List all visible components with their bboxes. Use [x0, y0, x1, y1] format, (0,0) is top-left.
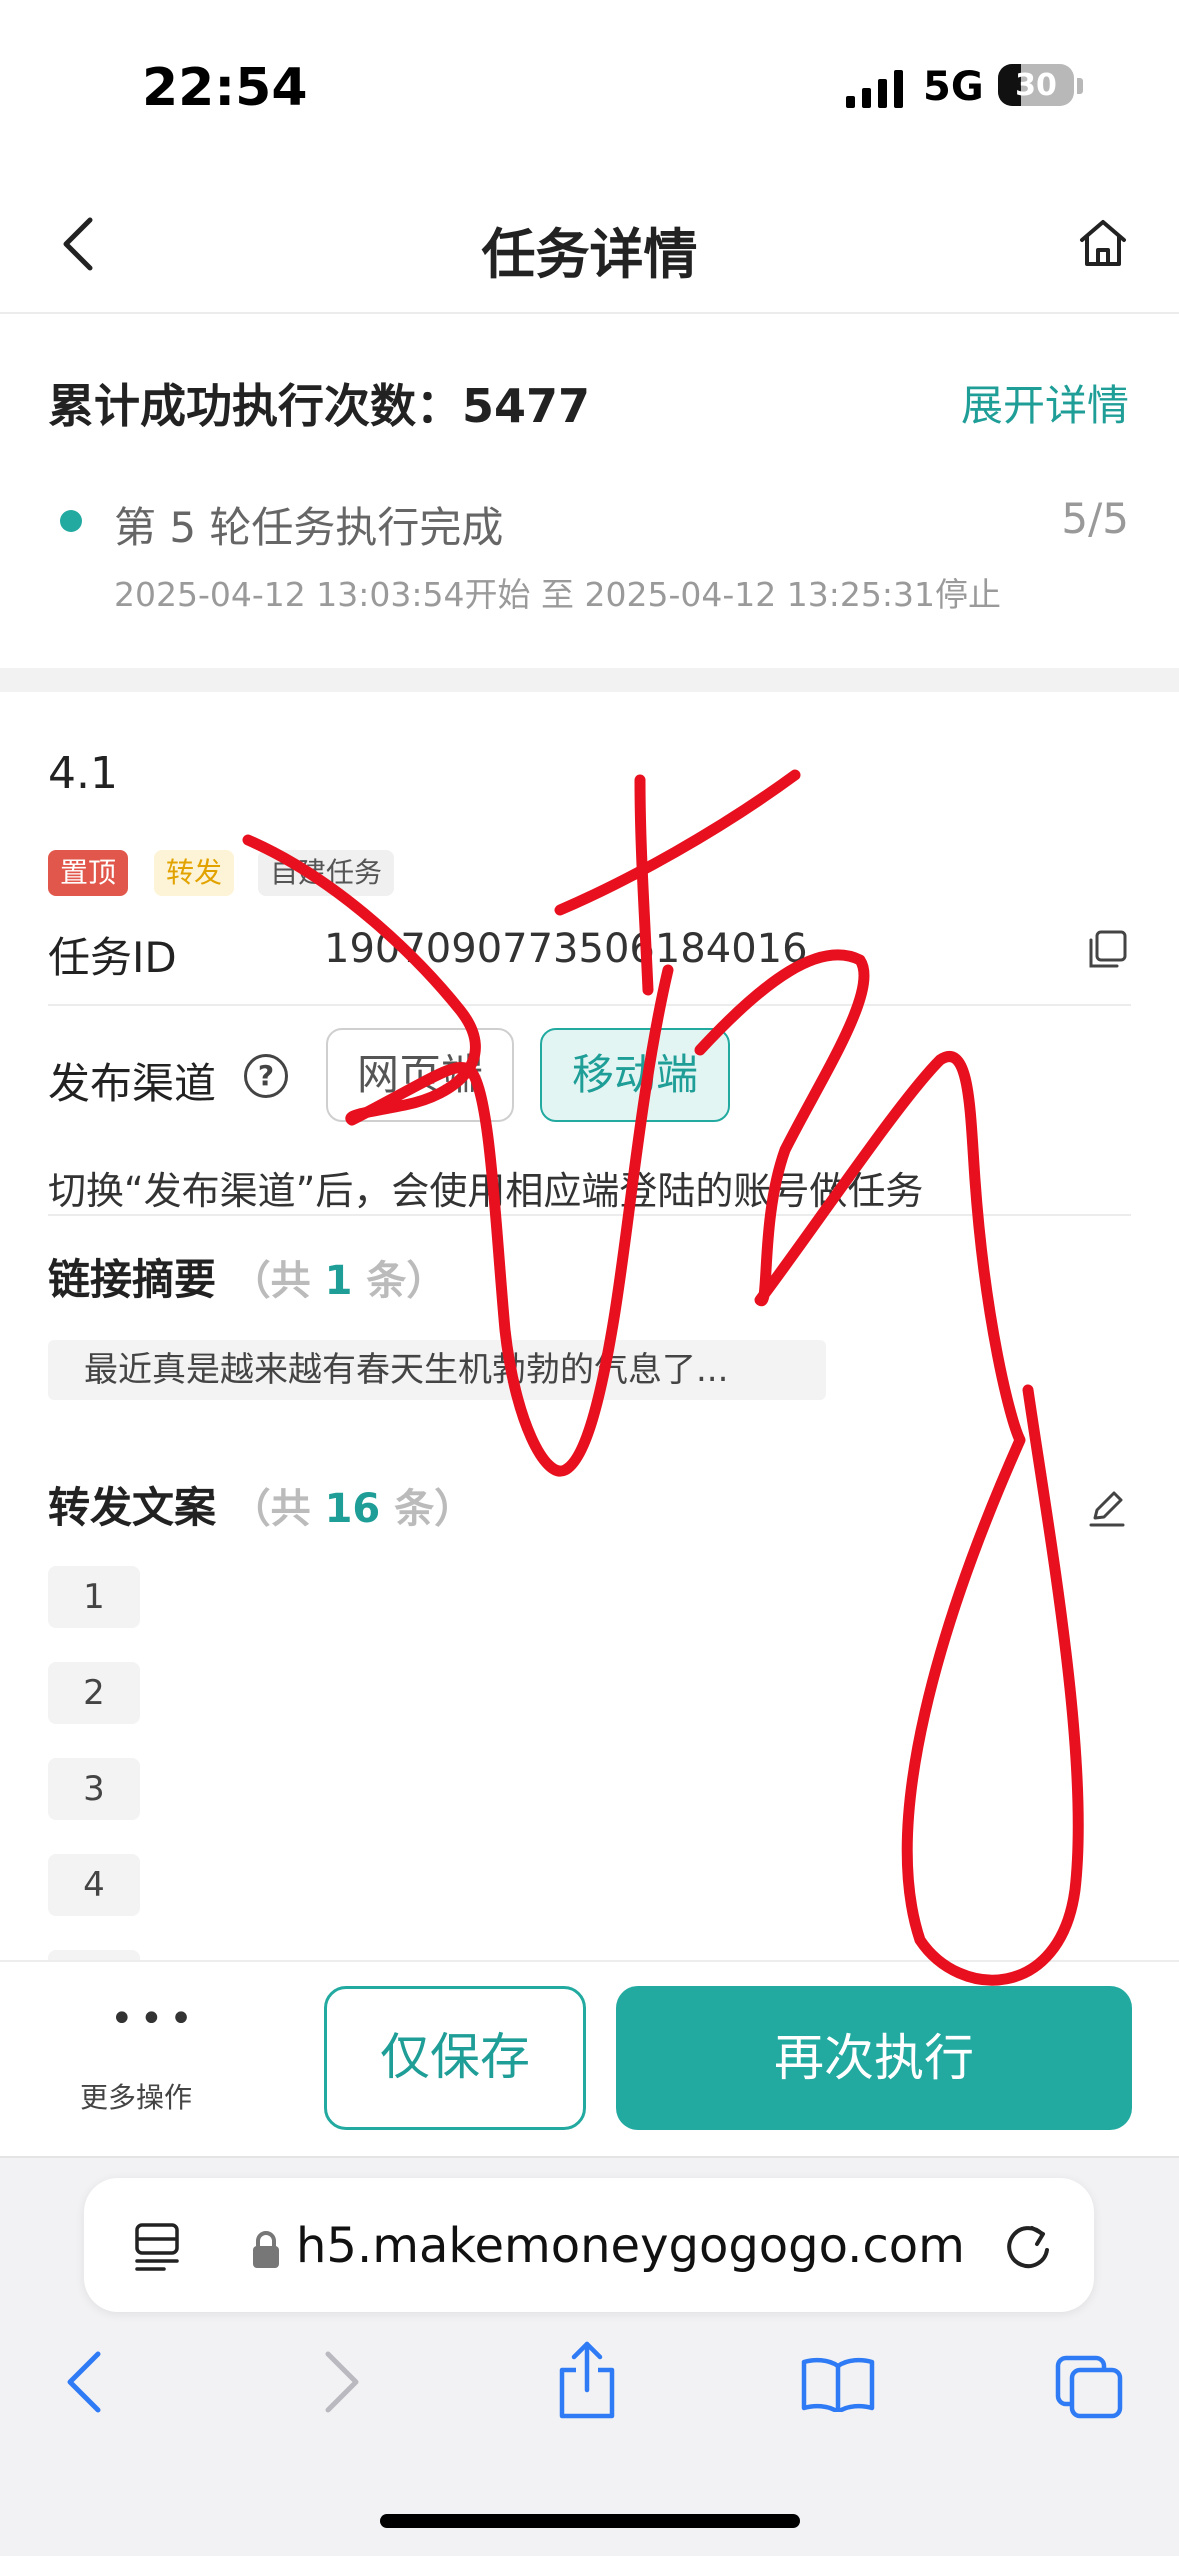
section-separator — [0, 668, 1179, 692]
task-id-value: 1907090773506184016 — [324, 926, 808, 972]
status-dot — [60, 510, 82, 532]
save-only-button[interactable]: 仅保存 — [324, 1986, 586, 2130]
more-actions-label[interactable]: 更多操作 — [80, 2076, 192, 2116]
round-status: 第 5 轮任务执行完成 — [114, 503, 504, 552]
battery-nub — [1077, 78, 1083, 94]
copy-icon[interactable] — [1085, 928, 1129, 972]
link-summary-count: （共 1 条） — [230, 1258, 447, 1304]
reader-icon[interactable] — [134, 2222, 180, 2272]
help-icon[interactable]: ? — [244, 1054, 288, 1098]
tag-self-built: 自建任务 — [258, 850, 395, 896]
copy-text-item[interactable]: 3 — [48, 1758, 140, 1820]
bookmarks-icon[interactable] — [800, 2356, 876, 2412]
battery-icon: 30 — [998, 64, 1074, 106]
row-divider — [48, 1214, 1131, 1216]
copy-text-label: 转发文案 — [48, 1483, 217, 1532]
round-progress: 5/5 — [1061, 494, 1129, 543]
run-again-button[interactable]: 再次执行 — [616, 1986, 1132, 2130]
signal-icon — [846, 70, 903, 108]
lock-icon — [253, 2231, 279, 2268]
reload-icon[interactable] — [1002, 2220, 1054, 2274]
home-icon[interactable] — [1076, 216, 1130, 270]
copy-text-count: （共 16 条） — [230, 1486, 475, 1532]
home-indicator — [380, 2514, 800, 2528]
share-icon[interactable] — [556, 2340, 618, 2420]
channel-label: 发布渠道 — [48, 1059, 217, 1108]
tag-pinned: 置顶 — [48, 850, 129, 896]
header-divider — [0, 312, 1179, 314]
task-name: 4.1 — [48, 748, 118, 799]
channel-note: 切换“发布渠道”后，会使用相应端登陆的账号做任务 — [48, 1169, 924, 1213]
link-summary-item[interactable]: 最近真是越来越有春天生机勃勃的气息了... — [48, 1340, 826, 1400]
battery-level: 30 — [1015, 68, 1057, 103]
copy-text-item[interactable]: 2 — [48, 1662, 140, 1724]
row-divider — [48, 1004, 1131, 1006]
edit-icon[interactable] — [1087, 1488, 1127, 1528]
tabs-icon[interactable] — [1054, 2354, 1124, 2420]
copy-text-item[interactable]: 1 — [48, 1566, 140, 1628]
channel-option-mobile[interactable]: 移动端 — [540, 1028, 730, 1122]
more-icon[interactable]: ••• — [110, 1996, 199, 2042]
page-title: 任务详情 — [481, 223, 698, 286]
status-time: 22:54 — [142, 58, 308, 118]
task-id-label: 任务ID — [48, 933, 177, 982]
success-count-label: 累计成功执行次数：5477 — [48, 379, 591, 433]
browser-back-icon[interactable] — [64, 2350, 104, 2414]
tag-forward: 转发 — [154, 850, 235, 896]
copy-text-title: 转发文案 （共 16 条） — [48, 1474, 474, 1535]
browser-forward-icon[interactable] — [322, 2350, 362, 2414]
copy-text-item[interactable]: 4 — [48, 1854, 140, 1916]
url-text[interactable]: h5.makemoneygogogo.com — [296, 2218, 965, 2274]
network-label: 5G — [923, 64, 984, 110]
link-summary-label: 链接摘要 — [48, 1255, 217, 1304]
link-summary-title: 链接摘要 （共 1 条） — [48, 1246, 446, 1307]
channel-option-web[interactable]: 网页端 — [326, 1028, 514, 1122]
expand-details-link[interactable]: 展开详情 — [961, 372, 1129, 433]
round-time-range: 2025-04-12 13:03:54开始 至 2025-04-12 13:25… — [114, 575, 1001, 614]
